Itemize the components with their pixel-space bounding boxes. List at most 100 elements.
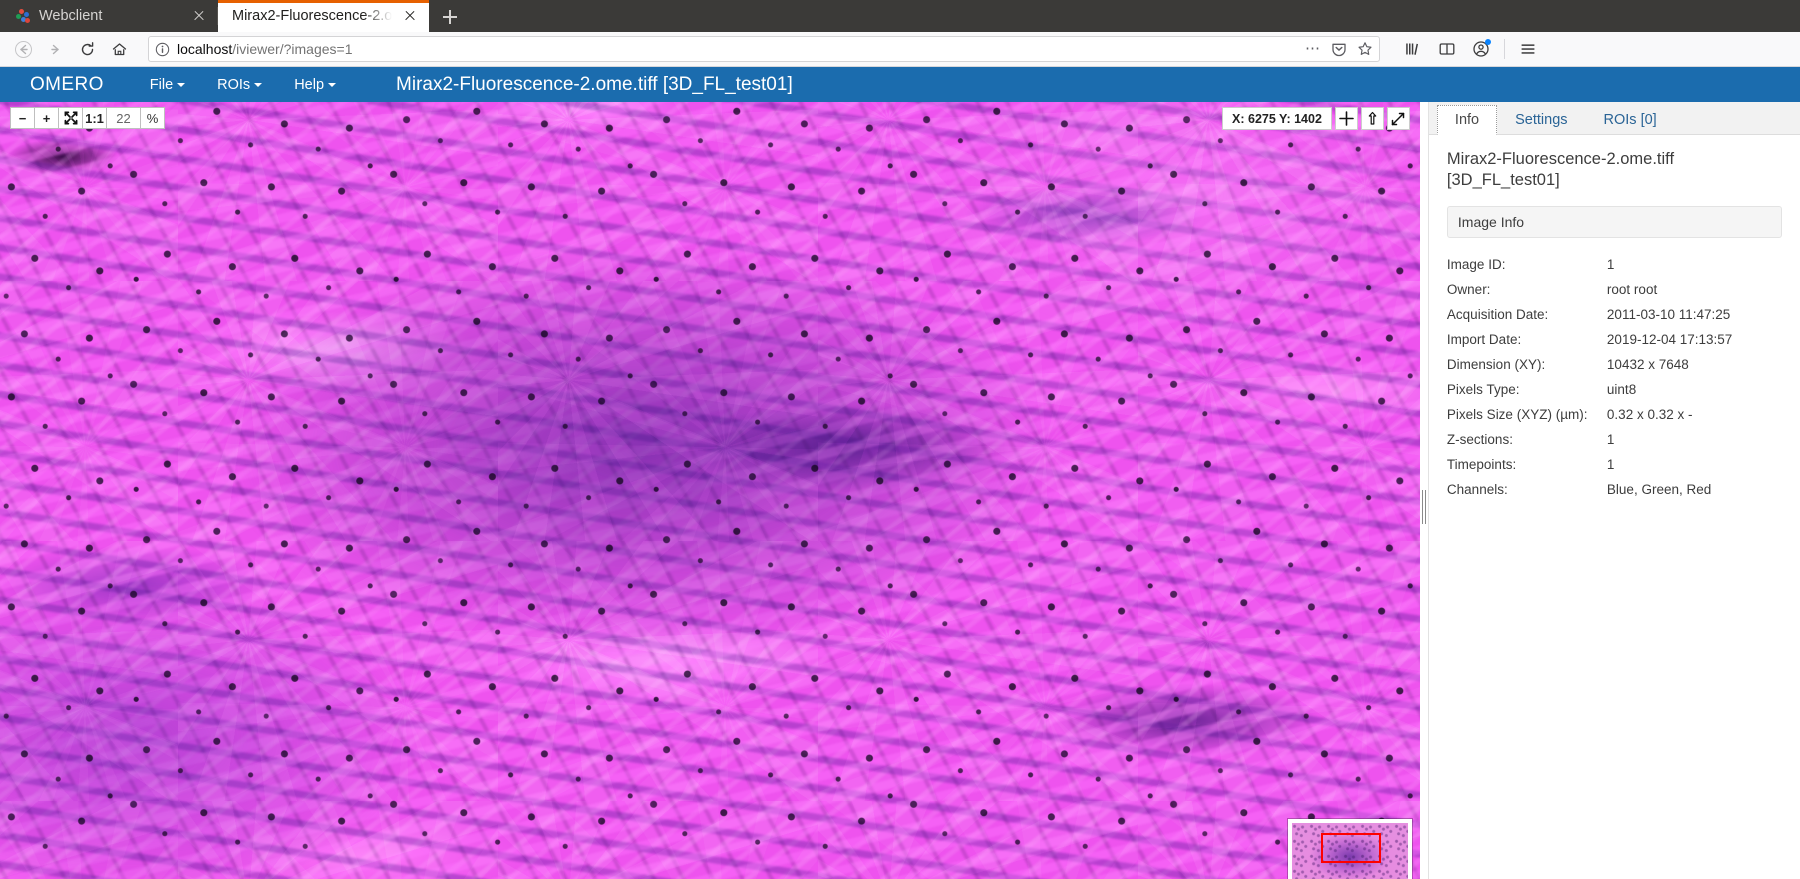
info-key: Acquisition Date: — [1446, 307, 1549, 323]
actual-size-button[interactable]: 1:1 — [82, 107, 107, 129]
address-bar-text: localhost/iviewer/?images=1 — [177, 41, 353, 57]
bookmark-star-icon[interactable] — [1357, 41, 1373, 57]
page-actions-icon[interactable]: ⋯ — [1305, 41, 1321, 56]
hamburger-menu-icon — [1521, 44, 1535, 54]
forward-arrow-icon — [50, 44, 59, 54]
home-icon — [112, 42, 126, 55]
library-icon — [1406, 43, 1419, 55]
microscopy-image[interactable] — [0, 102, 1420, 879]
omero-app-header: OMERO File ROIs Help Mirax2-Fluorescence… — [0, 67, 1800, 102]
side-panel-tabs: Info Settings ROIs [0] — [1428, 102, 1800, 135]
right-side-panel: Info Settings ROIs [0] Mirax2-Fluorescen… — [1427, 102, 1800, 879]
menu-file[interactable]: File — [134, 77, 201, 93]
panel-resize-handle[interactable] — [1419, 102, 1428, 879]
info-value: 2011-03-10 11:47:25 — [1606, 307, 1731, 323]
zoom-in-button[interactable]: + — [34, 107, 59, 129]
toolbar-divider — [1504, 39, 1505, 59]
tab-settings[interactable]: Settings — [1497, 105, 1585, 134]
browser-nav-bar: localhost/iviewer/?images=1 ⋯ — [0, 32, 1800, 67]
chevron-down-icon — [254, 82, 263, 87]
info-key: Owner: — [1446, 282, 1491, 298]
image-viewer-canvas[interactable]: − + 1:1 % X: 6275 Y: 1402 — [0, 102, 1420, 879]
reload-icon — [81, 41, 93, 55]
menu-rois[interactable]: ROIs — [201, 77, 278, 93]
resize-grip-icon — [1421, 489, 1426, 524]
info-value: 10432 x 7648 — [1606, 357, 1689, 373]
image-name-heading: Mirax2-Fluorescence-2.ome.tiff [3D_FL_te… — [1446, 150, 1675, 189]
table-row: Z-sections: 1 — [1447, 427, 1782, 452]
expand-diagonal-icon — [1392, 112, 1405, 125]
info-value: root root — [1606, 282, 1658, 298]
table-row: Owner: root root — [1447, 277, 1782, 302]
pocket-icon[interactable] — [1331, 41, 1347, 57]
reload-button[interactable] — [72, 35, 102, 63]
pan-move-icon — [1339, 111, 1354, 126]
home-button[interactable] — [104, 35, 134, 63]
navigator-thumbnail[interactable] — [1291, 823, 1408, 879]
info-key: Import Date: — [1446, 332, 1522, 348]
info-key: Channels: — [1446, 482, 1508, 498]
info-key: Timepoints: — [1446, 457, 1517, 473]
browser-tab-iviewer[interactable]: Mirax2-Fluorescence-2.ome.tiff — [218, 0, 429, 32]
image-info-table: Image ID: 1 Owner: root root Acquisition… — [1447, 252, 1782, 502]
browser-tab-title: Mirax2-Fluorescence-2.ome.tiff — [232, 8, 392, 24]
close-icon[interactable] — [190, 7, 208, 25]
tab-info[interactable]: Info — [1436, 105, 1498, 135]
info-value: 1 — [1606, 457, 1615, 473]
fit-to-screen-button[interactable] — [58, 107, 83, 129]
zoom-percent-label: % — [140, 107, 165, 129]
navigator-viewport-rect[interactable] — [1320, 832, 1382, 864]
browser-toolbar-actions — [1388, 35, 1543, 63]
image-navigator[interactable]: « — [1287, 819, 1412, 879]
viewer-coordinate-toolbar: X: 6275 Y: 1402 — [1222, 107, 1410, 130]
info-value: 0.32 x 0.32 x - — [1606, 407, 1693, 423]
info-panel-body: Mirax2-Fluorescence-2.ome.tiff [3D_FL_te… — [1429, 135, 1800, 502]
info-value: uint8 — [1606, 382, 1637, 398]
chevron-down-icon — [177, 82, 186, 87]
table-row: Image ID: 1 — [1447, 252, 1782, 277]
table-row: Acquisition Date: 2011-03-10 11:47:25 — [1447, 302, 1782, 327]
sidebar-icon — [1439, 43, 1455, 55]
fit-to-screen-icon — [64, 111, 77, 125]
info-value: 2019-12-04 17:13:57 — [1606, 332, 1733, 348]
zoom-out-button[interactable]: − — [10, 107, 35, 129]
browser-tab-title: Webclient — [39, 8, 103, 24]
browser-tab-webclient[interactable]: Webclient — [0, 0, 218, 32]
info-value: 1 — [1606, 432, 1615, 448]
info-key: Pixels Type: — [1446, 382, 1520, 398]
close-icon[interactable] — [401, 7, 419, 25]
address-bar[interactable]: localhost/iviewer/?images=1 ⋯ — [148, 36, 1380, 62]
back-arrow-icon — [14, 40, 32, 58]
tab-rois[interactable]: ROIs [0] — [1586, 105, 1675, 134]
main-content: − + 1:1 % X: 6275 Y: 1402 — [0, 102, 1800, 879]
table-row: Dimension (XY): 10432 x 7648 — [1447, 352, 1782, 377]
zoom-level-input[interactable] — [106, 107, 141, 129]
table-row: Import Date: 2019-12-04 17:13:57 — [1447, 327, 1782, 352]
info-value: Blue, Green, Red — [1606, 482, 1712, 498]
chevron-down-icon — [328, 82, 337, 87]
info-key: Dimension (XY): — [1446, 357, 1546, 373]
page-info-icon[interactable] — [155, 42, 170, 57]
firefox-favicon-icon — [14, 8, 30, 24]
table-row: Channels: Blue, Green, Red — [1447, 477, 1782, 502]
browser-tab-bar: Webclient Mirax2-Fluorescence-2.ome.tiff — [0, 0, 1800, 32]
menu-help[interactable]: Help — [278, 77, 352, 93]
forward-button[interactable] — [40, 35, 70, 63]
table-row: Timepoints: 1 — [1447, 452, 1782, 477]
info-key: Pixels Size (XYZ) (µm): — [1446, 407, 1588, 423]
back-button[interactable] — [8, 35, 38, 63]
library-button[interactable] — [1398, 35, 1428, 63]
new-tab-button[interactable] — [435, 2, 465, 32]
rotation-up-arrow-icon — [1368, 111, 1377, 125]
image-info-section-header: Image Info — [1446, 206, 1782, 239]
rotation-reset-button[interactable] — [1360, 107, 1384, 130]
pan-mode-button[interactable] — [1334, 107, 1358, 130]
app-menu-button[interactable] — [1513, 35, 1543, 63]
info-value: 1 — [1606, 257, 1615, 273]
fullscreen-button[interactable] — [1386, 107, 1410, 130]
sidebar-button[interactable] — [1432, 35, 1462, 63]
cursor-coordinates-readout: X: 6275 Y: 1402 — [1222, 107, 1332, 130]
account-notification-badge — [1485, 39, 1491, 45]
omero-logo[interactable]: OMERO — [30, 74, 134, 96]
account-button[interactable] — [1466, 35, 1496, 63]
